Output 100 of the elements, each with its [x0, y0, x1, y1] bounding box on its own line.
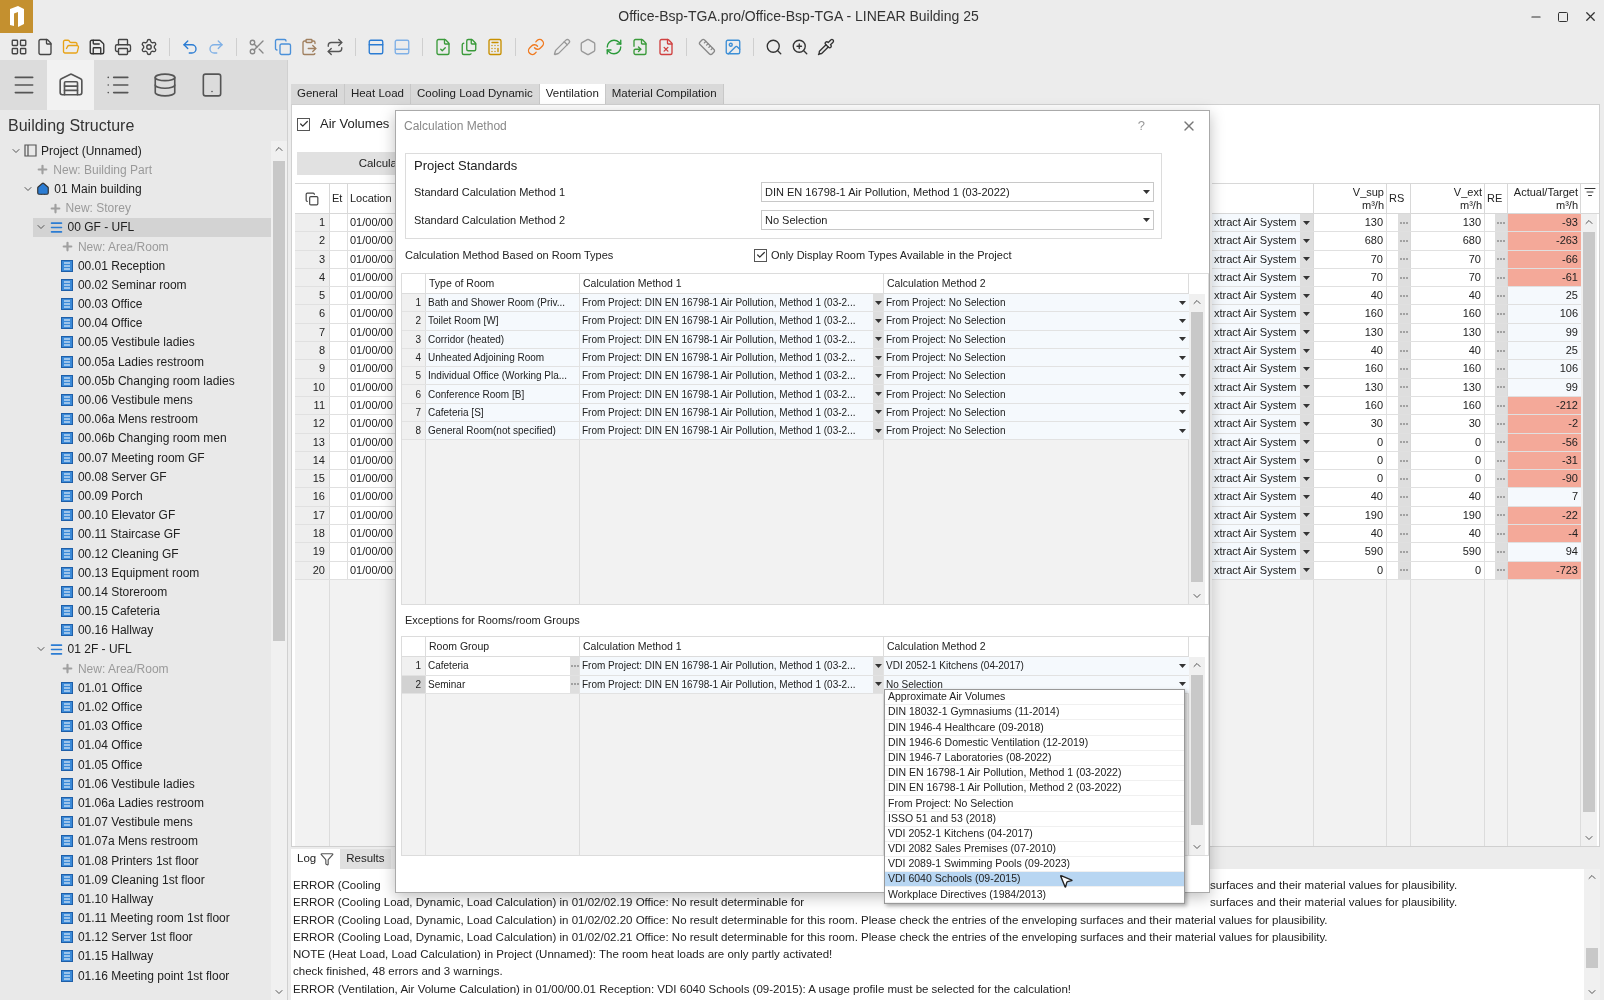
caret-icon[interactable]	[1303, 550, 1310, 554]
caret-icon[interactable]	[1179, 392, 1186, 397]
caret-icon[interactable]	[1303, 403, 1310, 408]
tree-item[interactable]: 01.03 Office	[44, 716, 271, 736]
caret-icon[interactable]	[1303, 513, 1310, 518]
tree-item[interactable]: 01.06 Vestibule ladies	[44, 774, 271, 794]
row-number[interactable]: 1	[402, 657, 426, 675]
tree-item[interactable]: 01.06a Ladies restroom	[44, 793, 271, 813]
ellipsis-icon[interactable]	[570, 664, 579, 667]
caret-icon[interactable]	[1143, 190, 1150, 194]
ellipsis-icon[interactable]	[1400, 422, 1408, 425]
dropdown-button[interactable]	[873, 312, 883, 330]
caret-icon[interactable]	[1179, 428, 1186, 433]
checkbox[interactable]	[754, 248, 767, 262]
caret-icon[interactable]	[1179, 337, 1186, 342]
caret-icon[interactable]	[1303, 495, 1310, 500]
scroll-thumb[interactable]	[1583, 232, 1595, 812]
link-icon[interactable]	[527, 37, 545, 56]
select-cell[interactable]: VDI 2052-1 Kitchens (04-2017)	[884, 657, 1189, 675]
tree-item[interactable]: 01.16 Meeting point 1st floor	[44, 966, 271, 986]
grid-icon[interactable]	[10, 37, 28, 56]
refresh-icon[interactable]	[605, 37, 623, 56]
scrollbar[interactable]	[1189, 657, 1205, 855]
ellipsis-icon[interactable]	[1497, 459, 1505, 462]
caret-icon[interactable]	[1303, 220, 1310, 225]
repeat-icon[interactable]	[326, 37, 344, 56]
tab[interactable]: Cooling Load Dynamic	[411, 84, 540, 104]
tree-item[interactable]: 01.01 Office	[44, 678, 271, 698]
tree-item[interactable]: 00.05a Ladies restroom	[44, 352, 271, 372]
scrollbar[interactable]	[271, 141, 287, 1000]
caret-icon[interactable]	[1179, 300, 1186, 305]
ellipsis-icon[interactable]	[1497, 496, 1505, 499]
dropdown-option[interactable]: Workplace Directives (1984/2013)	[885, 887, 1184, 903]
scroll-thumb[interactable]	[1586, 948, 1598, 968]
scrollbar[interactable]	[1584, 869, 1600, 1000]
tree-item[interactable]: 00.14 Storeroom	[44, 582, 271, 602]
tree-item[interactable]: 00.04 Office	[44, 313, 271, 333]
caret-icon[interactable]	[874, 300, 882, 305]
dropdown-button[interactable]	[873, 385, 883, 403]
scrollbar[interactable]	[1189, 294, 1205, 604]
tab[interactable]: Ventilation	[539, 84, 606, 104]
ellipsis-icon[interactable]	[1400, 386, 1408, 389]
dropdown-option[interactable]: DIN 1946-4 Healthcare (09-2018)	[885, 720, 1184, 736]
ellipsis-icon[interactable]	[1400, 459, 1408, 462]
files-icon[interactable]	[460, 37, 478, 56]
select-cell[interactable]: From Project: DIN EN 16798-1 Air Pollution, Method 1 (03-2...	[580, 657, 873, 675]
caret-icon[interactable]	[1303, 458, 1310, 463]
tab[interactable]: Material Compilation	[605, 84, 724, 104]
ellipsis-icon[interactable]	[1400, 496, 1408, 499]
ellipsis-icon[interactable]	[1400, 477, 1408, 480]
ellipsis-button[interactable]	[1398, 214, 1410, 232]
caret-icon[interactable]	[1143, 218, 1150, 222]
tree-item[interactable]: 00.10 Elevator GF	[44, 505, 271, 525]
ellipsis-icon[interactable]	[1400, 514, 1408, 517]
tree-item[interactable]: 01 2F - UFL	[32, 639, 271, 660]
scroll-thumb[interactable]	[273, 161, 285, 641]
dropdown-option[interactable]: DIN 18032-1 Gymnasiums (11-2014)	[885, 705, 1184, 721]
caret-icon[interactable]	[874, 392, 882, 397]
ellipsis-icon[interactable]	[1497, 532, 1505, 535]
zoom-icon[interactable]	[791, 37, 809, 56]
ellipsis-icon[interactable]	[1497, 441, 1505, 444]
select-field[interactable]: No Selection	[761, 210, 1154, 230]
select-cell[interactable]: From Project: No Selection	[884, 385, 1189, 403]
ellipsis-icon[interactable]	[1497, 276, 1505, 279]
caret-icon[interactable]	[1303, 568, 1310, 573]
ellipsis-icon[interactable]	[1497, 349, 1505, 352]
tree-item[interactable]: 01.02 Office	[44, 697, 271, 717]
tree-item[interactable]: 01.15 Hallway	[44, 946, 271, 967]
caret-icon[interactable]	[1179, 318, 1186, 323]
ellipsis-icon[interactable]	[1400, 331, 1408, 334]
select-cell[interactable]: From Project: No Selection	[884, 422, 1189, 440]
caret-icon[interactable]	[874, 318, 882, 323]
caret-icon[interactable]	[1303, 330, 1310, 335]
tree-item[interactable]: 00.02 Seminar room	[44, 275, 271, 295]
ellipsis-icon[interactable]	[1400, 258, 1408, 261]
caret-icon[interactable]	[874, 663, 882, 668]
select-cell[interactable]: From Project: No Selection	[884, 367, 1189, 385]
ellipsis-icon[interactable]	[1497, 514, 1505, 517]
copy-icon[interactable]	[305, 191, 319, 206]
tree-item[interactable]: 01 Main building	[20, 179, 271, 199]
tree-item[interactable]: 00 GF - UFL	[32, 217, 271, 237]
settings-icon[interactable]	[140, 37, 158, 56]
caret-icon[interactable]	[1303, 476, 1310, 481]
caret-icon[interactable]	[1303, 275, 1310, 280]
dropdown-option[interactable]: VDI 2089-1 Swimming Pools (09-2023)	[885, 857, 1184, 873]
tree-item[interactable]: 01.12 Server 1st floor	[44, 927, 271, 947]
ellipsis-icon[interactable]	[1400, 239, 1408, 242]
caret-icon[interactable]	[874, 373, 882, 378]
dropdown-button[interactable]	[873, 422, 883, 440]
folder-icon[interactable]	[62, 37, 80, 56]
ellipsis-icon[interactable]	[1497, 331, 1505, 334]
caret-icon[interactable]	[1303, 348, 1310, 353]
tree-item[interactable]: 00.05b Changing room ladies	[44, 371, 271, 391]
checkbox[interactable]	[297, 117, 310, 131]
save-icon[interactable]	[88, 37, 106, 56]
dropdown-button[interactable]	[873, 330, 883, 348]
ellipsis-icon[interactable]	[1497, 221, 1505, 224]
ellipsis-icon[interactable]	[1497, 313, 1505, 316]
tree-item[interactable]: 00.16 Hallway	[44, 620, 271, 640]
caret-icon[interactable]	[874, 682, 882, 687]
